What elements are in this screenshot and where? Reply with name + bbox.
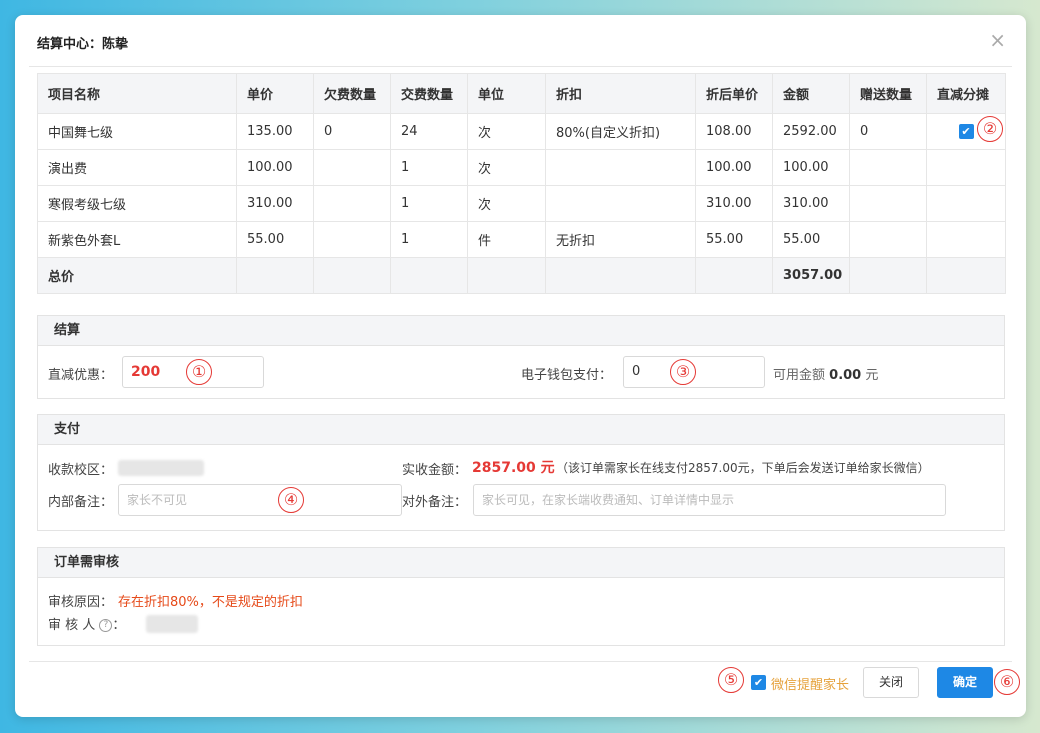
cell-amount: 100.00 bbox=[772, 149, 850, 186]
cell-owed-qty bbox=[313, 149, 391, 186]
settlement-dialog: 结算中心：陈挚 × 项目名称 单价 欠费数量 交费数量 单位 折扣 折后单价 金… bbox=[15, 15, 1026, 717]
cell-direct-reduction bbox=[926, 149, 1006, 186]
total-row: 总价 3057.00 bbox=[37, 257, 1006, 294]
cell-item-name: 中国舞七级 bbox=[37, 113, 237, 150]
available-amount: 可用金额 0.00 元 bbox=[773, 368, 879, 383]
help-icon[interactable]: ? bbox=[99, 619, 113, 632]
campus-value-redacted bbox=[118, 460, 204, 476]
cell-gift-qty bbox=[849, 149, 927, 186]
table-row: 新紫色外套L 55.00 1 件 无折扣 55.00 55.00 bbox=[37, 221, 1006, 258]
cell-paid-qty: 24 bbox=[390, 113, 468, 150]
review-panel: 订单需审核 审核原因： 存在折扣80%，不是规定的折扣 审 核 人 ?： bbox=[37, 547, 1005, 646]
settlement-title: 结算 bbox=[38, 316, 1004, 346]
wechat-remind-checkbox[interactable]: ✔ bbox=[751, 675, 766, 690]
campus-label: 收款校区： bbox=[48, 463, 114, 478]
cell-amount: 310.00 bbox=[772, 185, 850, 222]
marker-4: ④ bbox=[278, 487, 304, 513]
cell-discounted-price: 310.00 bbox=[695, 185, 773, 222]
cell-direct-reduction bbox=[926, 185, 1006, 222]
cell-owed-qty: 0 bbox=[313, 113, 391, 150]
cell-gift-qty: 0 bbox=[849, 113, 927, 150]
dialog-title: 结算中心：陈挚 bbox=[37, 37, 129, 52]
col-header: 折后单价 bbox=[695, 73, 773, 114]
dialog-header: 结算中心：陈挚 × bbox=[15, 15, 1026, 67]
table-header-row: 项目名称 单价 欠费数量 交费数量 单位 折扣 折后单价 金额 赠送数量 直减分… bbox=[37, 73, 1006, 114]
cell-item-name: 寒假考级七级 bbox=[37, 185, 237, 222]
table-row: 中国舞七级 135.00 0 24 次 80%(自定义折扣) 108.00 25… bbox=[37, 113, 1006, 150]
wechat-remind-label[interactable]: 微信提醒家长 bbox=[771, 674, 849, 693]
discount-label: 直减优惠： bbox=[48, 368, 114, 383]
cell-unit-price: 135.00 bbox=[236, 113, 314, 150]
internal-note-label: 内部备注： bbox=[48, 495, 114, 510]
cell-paid-qty: 1 bbox=[390, 185, 468, 222]
total-amount: 3057.00 bbox=[772, 257, 850, 294]
cell-unit: 次 bbox=[467, 185, 546, 222]
cell-unit: 件 bbox=[467, 221, 546, 258]
actual-amount-value: 2857.00 元 bbox=[472, 460, 555, 476]
review-reason-label: 审核原因： bbox=[48, 595, 114, 610]
settlement-panel: 结算 直减优惠： 200 ① 电子钱包支付： 0 ③ 可用金额 0.00 元 bbox=[37, 315, 1005, 399]
discount-value: 200 bbox=[131, 364, 161, 380]
total-label: 总价 bbox=[37, 257, 237, 294]
items-table: 项目名称 单价 欠费数量 交费数量 单位 折扣 折后单价 金额 赠送数量 直减分… bbox=[37, 73, 1006, 294]
cell-paid-qty: 1 bbox=[390, 149, 468, 186]
cell-item-name: 演出费 bbox=[37, 149, 237, 186]
marker-2: ② bbox=[977, 116, 1003, 142]
cell-unit-price: 100.00 bbox=[236, 149, 314, 186]
cell-discount bbox=[545, 185, 696, 222]
reviewer-label: 审 核 人 ?： bbox=[48, 618, 126, 633]
cell-gift-qty bbox=[849, 221, 927, 258]
cell-discounted-price: 100.00 bbox=[695, 149, 773, 186]
external-note-label: 对外备注： bbox=[402, 495, 468, 510]
close-icon[interactable]: × bbox=[989, 30, 1006, 50]
cell-item-name: 新紫色外套L bbox=[37, 221, 237, 258]
col-header: 单价 bbox=[236, 73, 314, 114]
cell-owed-qty bbox=[313, 221, 391, 258]
cell-discount: 无折扣 bbox=[545, 221, 696, 258]
cell-unit: 次 bbox=[467, 113, 546, 150]
cell-unit: 次 bbox=[467, 149, 546, 186]
cell-owed-qty bbox=[313, 185, 391, 222]
cell-unit-price: 310.00 bbox=[236, 185, 314, 222]
col-header: 直减分摊 bbox=[926, 73, 1006, 114]
cell-unit-price: 55.00 bbox=[236, 221, 314, 258]
close-button[interactable]: 关闭 bbox=[863, 667, 919, 698]
table-row: 演出费 100.00 1 次 100.00 100.00 bbox=[37, 149, 1006, 186]
col-header: 赠送数量 bbox=[849, 73, 927, 114]
external-note-input[interactable]: 家长可见，在家长端收费通知、订单详情中显示 bbox=[473, 484, 946, 516]
marker-1: ① bbox=[186, 359, 212, 385]
col-header: 交费数量 bbox=[390, 73, 468, 114]
confirm-button[interactable]: 确定 bbox=[937, 667, 993, 698]
marker-3: ③ bbox=[670, 359, 696, 385]
cell-discounted-price: 55.00 bbox=[695, 221, 773, 258]
cell-discount bbox=[545, 149, 696, 186]
header-divider bbox=[29, 66, 1012, 67]
actual-amount-note: （该订单需家长在线支付2857.00元，下单后会发送订单给家长微信） bbox=[556, 461, 930, 475]
col-header: 折扣 bbox=[545, 73, 696, 114]
internal-note-input[interactable]: 家长不可见 bbox=[118, 484, 402, 516]
table-row: 寒假考级七级 310.00 1 次 310.00 310.00 bbox=[37, 185, 1006, 222]
col-header: 金额 bbox=[772, 73, 850, 114]
payment-panel: 支付 收款校区： 实收金额： 2857.00 元 （该订单需家长在线支付2857… bbox=[37, 414, 1005, 531]
wallet-label: 电子钱包支付： bbox=[521, 368, 613, 383]
direct-reduction-checkbox[interactable]: ✔ bbox=[958, 124, 974, 139]
footer-divider bbox=[29, 661, 1012, 662]
cell-direct-reduction bbox=[926, 221, 1006, 258]
cell-discounted-price: 108.00 bbox=[695, 113, 773, 150]
cell-gift-qty bbox=[849, 185, 927, 222]
reviewer-value-redacted bbox=[146, 615, 198, 633]
cell-paid-qty: 1 bbox=[390, 221, 468, 258]
marker-6: ⑥ bbox=[994, 669, 1020, 695]
col-header: 单位 bbox=[467, 73, 546, 114]
cell-discount: 80%(自定义折扣) bbox=[545, 113, 696, 150]
marker-5: ⑤ bbox=[718, 667, 744, 693]
cell-amount: 2592.00 bbox=[772, 113, 850, 150]
payment-title: 支付 bbox=[38, 415, 1004, 445]
cell-amount: 55.00 bbox=[772, 221, 850, 258]
review-reason-text: 存在折扣80%，不是规定的折扣 bbox=[118, 595, 303, 610]
actual-amount-label: 实收金额： bbox=[402, 463, 468, 478]
col-header: 项目名称 bbox=[37, 73, 237, 114]
col-header: 欠费数量 bbox=[313, 73, 391, 114]
review-title: 订单需审核 bbox=[38, 548, 1004, 578]
